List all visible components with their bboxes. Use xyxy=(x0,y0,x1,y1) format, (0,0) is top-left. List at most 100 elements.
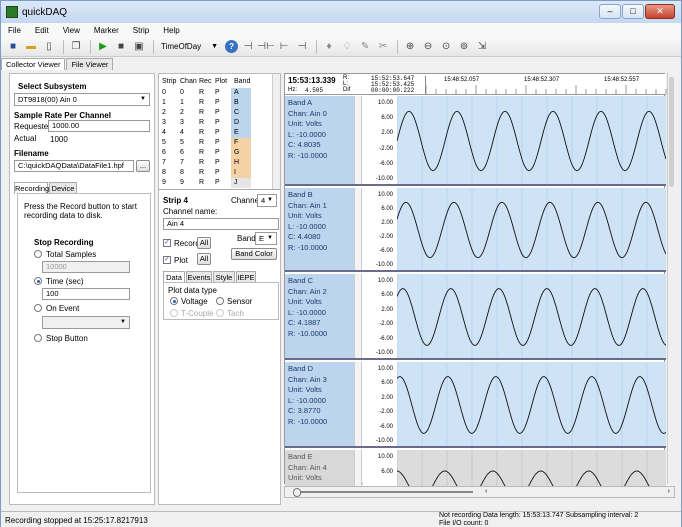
channel-name-input[interactable]: Ain 4 xyxy=(163,218,279,230)
table-scrollbar[interactable] xyxy=(272,74,280,189)
band-strip[interactable]: Band A Chan: Ain 0 Unit: Volts L: -10.0000 C… xyxy=(285,96,666,186)
marker-add-icon[interactable]: ♢ xyxy=(339,39,355,55)
marker-edit-icon[interactable]: ✎ xyxy=(357,39,373,55)
band-c-text: C: 3.8770 xyxy=(288,406,321,415)
toolbar-separator xyxy=(153,39,154,54)
y-tick-label: 2.00 xyxy=(381,130,393,137)
cursor-pair-icon[interactable]: ⊣⊢ xyxy=(257,39,274,55)
maximize-button[interactable]: □ xyxy=(622,4,644,19)
open-folder-icon[interactable]: ▬ xyxy=(23,39,39,55)
band-strip[interactable]: Band C Chan: Ain 2 Unit: Volts L: -10.0000 C… xyxy=(285,274,666,360)
table-row[interactable]: 4 4 R P E xyxy=(159,128,251,138)
table-cell: R xyxy=(199,129,205,136)
stop-button-radio[interactable] xyxy=(34,334,42,342)
menu-help[interactable]: Help xyxy=(156,26,186,35)
band-strip[interactable]: Band D Chan: Ain 3 Unit: Volts L: -10.0000 C… xyxy=(285,362,666,448)
scroll-thumb[interactable] xyxy=(669,77,674,187)
table-cell: R xyxy=(199,89,205,96)
record-icon[interactable]: ▣ xyxy=(131,39,147,55)
band-scrollbar[interactable] xyxy=(354,274,362,358)
filename-input[interactable]: C:\quickDAQData\DataFile1.hpf xyxy=(14,160,134,172)
band-chan-text: Chan: Ain 0 xyxy=(288,108,327,118)
cursor-left-icon[interactable]: ⊢ xyxy=(276,39,292,55)
plot-checkbox[interactable]: ✓ xyxy=(163,256,171,264)
record-all-button[interactable]: All xyxy=(197,237,211,249)
time-mode-dropdown[interactable]: TimeOfDay ▼ xyxy=(158,40,221,54)
zoom-out-icon[interactable]: ⊖ xyxy=(420,39,436,55)
copy-icon[interactable]: ❐ xyxy=(68,39,84,55)
zoom-in-icon[interactable]: ⊕ xyxy=(402,39,418,55)
tcouple-radio[interactable] xyxy=(170,309,178,317)
band-select[interactable]: E ▼ xyxy=(255,232,277,245)
scroll-right-icon[interactable]: › xyxy=(668,488,670,495)
plot-all-button[interactable]: All xyxy=(197,253,211,265)
plot-vertical-scrollbar[interactable] xyxy=(667,73,675,484)
requested-rate-input[interactable]: 1000.00 xyxy=(48,120,150,132)
band-color-button[interactable]: Band Color xyxy=(231,248,277,260)
menu-edit[interactable]: Edit xyxy=(28,26,56,35)
table-row[interactable]: 6 6 R P G xyxy=(159,148,251,158)
tach-radio[interactable] xyxy=(216,309,224,317)
play-icon[interactable]: ▶ xyxy=(95,39,111,55)
sensor-radio[interactable] xyxy=(216,297,224,305)
table-row[interactable]: 3 3 R P D xyxy=(159,118,251,128)
cursor-icon[interactable]: ⊣ xyxy=(240,39,256,55)
voltage-radio[interactable] xyxy=(170,297,178,305)
zoom-reset-icon[interactable]: ⊚ xyxy=(456,39,472,55)
table-cell: 5 xyxy=(162,139,166,146)
on-event-radio[interactable] xyxy=(34,304,42,312)
save-icon[interactable]: ■ xyxy=(5,39,21,55)
tab-collector-viewer[interactable]: Collector Viewer xyxy=(1,58,66,70)
close-button[interactable]: ✕ xyxy=(645,4,675,19)
plot-data-type-label: Plot data type xyxy=(168,286,217,295)
new-file-icon[interactable]: ▯ xyxy=(41,39,57,55)
time-input[interactable]: 100 xyxy=(42,288,130,300)
autoscale-icon[interactable]: ⇲ xyxy=(474,39,490,55)
marker-remove-icon[interactable]: ✂ xyxy=(375,39,391,55)
hz-value: 4.505 xyxy=(305,87,324,94)
band-strip[interactable]: Band B Chan: Ain 1 Unit: Volts L: -10.0000 C… xyxy=(285,188,666,272)
record-checkbox[interactable]: ✓ xyxy=(163,239,171,247)
y-tick-label: 10.00 xyxy=(377,192,393,198)
stop-icon[interactable]: ■ xyxy=(113,39,129,55)
menu-view[interactable]: View xyxy=(56,26,87,35)
marker-icon[interactable]: ♦ xyxy=(321,39,337,55)
actual-label: Actual xyxy=(14,134,37,143)
menu-marker[interactable]: Marker xyxy=(87,26,126,35)
band-c-text: C: 4.8035 xyxy=(288,140,321,149)
on-event-select[interactable]: ▼ xyxy=(42,316,130,329)
table-row[interactable]: 9 9 R P J xyxy=(159,178,251,188)
y-tick-label: -2.00 xyxy=(379,409,393,416)
voltage-label: Voltage xyxy=(181,297,208,306)
table-row[interactable]: 0 0 R P A xyxy=(159,88,251,98)
table-row[interactable]: 8 8 R P I xyxy=(159,168,251,178)
help-icon[interactable]: ? xyxy=(225,40,239,53)
table-row[interactable]: 2 2 R P C xyxy=(159,108,251,118)
table-cell: 9 xyxy=(162,179,166,186)
y-tick-label: 2.00 xyxy=(381,306,393,313)
plot-horizontal-scrollbar[interactable]: ‹ › xyxy=(284,486,675,498)
browse-button[interactable]: ... xyxy=(136,160,150,172)
table-row[interactable]: 1 1 R P B xyxy=(159,98,251,108)
band-scrollbar[interactable] xyxy=(354,188,362,270)
cursor-right-icon[interactable]: ⊣ xyxy=(294,39,310,55)
menu-strip[interactable]: Strip xyxy=(126,26,156,35)
scroll-left-icon[interactable]: ‹ xyxy=(485,488,487,495)
total-samples-radio[interactable] xyxy=(34,250,42,258)
subsystem-select[interactable]: DT9818(00) Ain 0 ▼ xyxy=(14,93,150,106)
table-row[interactable]: 5 5 R P F xyxy=(159,138,251,148)
zoom-slider-thumb[interactable] xyxy=(293,488,301,497)
zoom-fit-icon[interactable]: ⊙ xyxy=(438,39,454,55)
band-scrollbar[interactable] xyxy=(354,96,362,184)
menu-file[interactable]: File xyxy=(1,26,28,35)
table-row[interactable]: 7 7 R P H xyxy=(159,158,251,168)
y-tick-label: 6.00 xyxy=(381,206,393,212)
time-radio[interactable] xyxy=(34,277,42,285)
tab-file-viewer[interactable]: File Viewer xyxy=(66,58,114,70)
band-scrollbar[interactable] xyxy=(354,362,362,446)
total-samples-input[interactable]: 10000 xyxy=(42,261,130,273)
y-tick-label: -10.00 xyxy=(375,262,393,268)
minimize-button[interactable]: – xyxy=(599,4,621,19)
band-l-text: L: -10.0000 xyxy=(288,221,326,231)
channel-select[interactable]: 4 ▼ xyxy=(257,194,277,207)
